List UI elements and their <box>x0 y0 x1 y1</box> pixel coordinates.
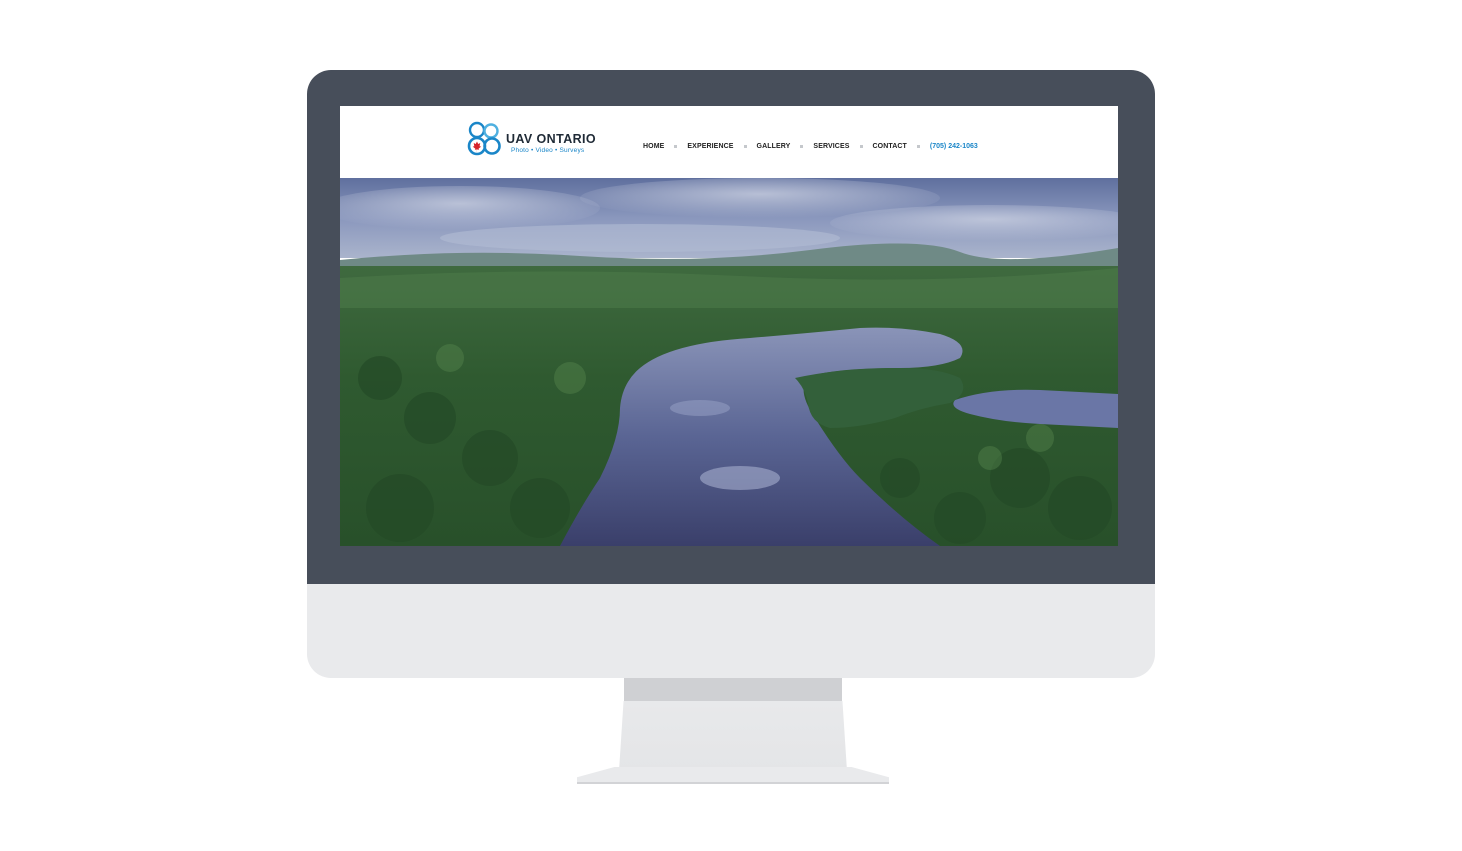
site-header: UAV ONTARIO Photo • Video • Surveys HOME… <box>340 106 1118 178</box>
main-nav: HOME EXPERIENCE GALLERY SERVICES CONTACT… <box>643 141 978 151</box>
nav-item-gallery[interactable]: GALLERY <box>757 143 791 150</box>
nav-item-home[interactable]: HOME <box>643 143 664 150</box>
aerial-lake-forest-image <box>340 178 1118 546</box>
nav-separator-dot <box>859 144 863 148</box>
nav-phone-link[interactable]: (705) 242-1063 <box>930 143 978 150</box>
monitor-chin <box>307 584 1155 678</box>
brand-name: UAV ONTARIO <box>506 132 597 146</box>
nav-separator-dot <box>916 144 920 148</box>
nav-item-contact[interactable]: CONTACT <box>873 143 907 150</box>
nav-separator-dot <box>674 144 678 148</box>
monitor-stand-base <box>577 767 889 784</box>
nav-item-services[interactable]: SERVICES <box>813 143 849 150</box>
monitor-stand-neck-top <box>624 678 842 702</box>
monitor-mockup: UAV ONTARIO Photo • Video • Surveys HOME… <box>0 0 1462 851</box>
hero-aerial-photo <box>340 178 1118 546</box>
nav-separator-dot <box>800 144 804 148</box>
site-logo[interactable]: UAV ONTARIO Photo • Video • Surveys <box>467 118 607 166</box>
nav-item-experience[interactable]: EXPERIENCE <box>687 143 733 150</box>
monitor-stand-neck <box>619 701 847 771</box>
nav-separator-dot <box>743 144 747 148</box>
brand-tagline: Photo • Video • Surveys <box>511 147 585 154</box>
uav-ontario-logo-icon <box>467 121 501 156</box>
monitor-screen: UAV ONTARIO Photo • Video • Surveys HOME… <box>340 106 1118 546</box>
